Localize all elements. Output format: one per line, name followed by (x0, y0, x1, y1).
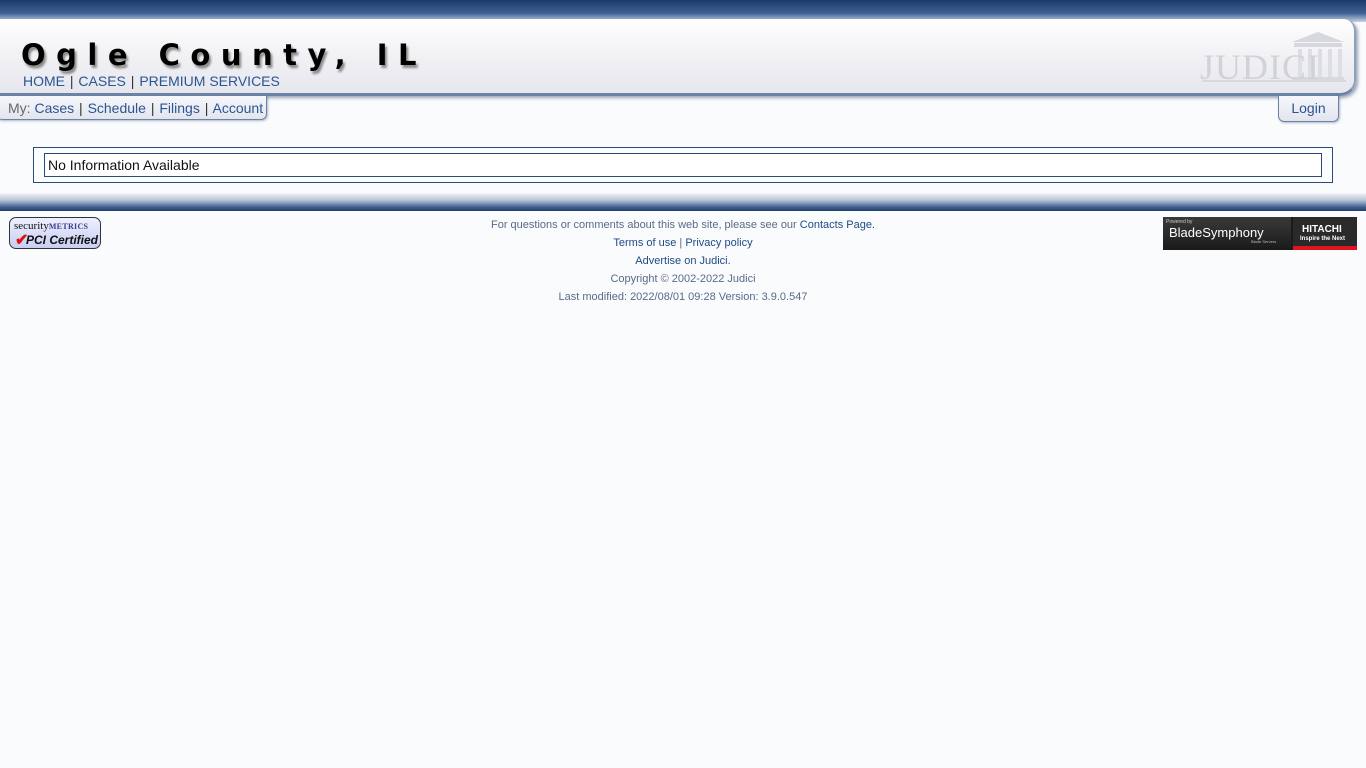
footer-advertise-line: Advertise on Judici. (0, 252, 1366, 270)
privacy-policy-link[interactable]: Privacy policy (685, 237, 752, 249)
nav-cases-link[interactable]: CASES (78, 73, 125, 89)
hitachi-text: HITACHI (1302, 224, 1342, 235)
nav-home-link[interactable]: HOME (23, 73, 65, 89)
hitachi-tagline: Inspire the Next (1300, 236, 1346, 242)
county-title: Ogle County, IL (21, 38, 428, 72)
judici-logo: JUDICI (1198, 28, 1348, 88)
login-link[interactable]: Login (1291, 100, 1325, 116)
hitachi-red-bar (1293, 246, 1357, 250)
footer-separator: | (679, 237, 683, 249)
footer-policy-line: Terms of use | Privacy policy (0, 234, 1366, 252)
footer-copyright: Copyright © 2002-2022 Judici (610, 273, 756, 285)
footer: For questions or comments about this web… (0, 216, 1366, 306)
login-tab[interactable]: Login (1278, 96, 1339, 122)
top-nav: HOME | CASES | PREMIUM SERVICES (23, 73, 280, 89)
my-prefix: My: (8, 100, 31, 116)
my-cases-link[interactable]: Cases (34, 100, 74, 116)
subnav-separator: | (204, 100, 209, 116)
no-info-message: No Information Available (44, 153, 1322, 177)
content-box: No Information Available (33, 147, 1333, 183)
advertise-link[interactable]: Advertise on Judici. (635, 255, 730, 267)
footer-questions-text: For questions or comments about this web… (491, 219, 800, 231)
nav-separator: | (130, 73, 135, 89)
my-tab: My: Cases | Schedule | Filings | Account (0, 96, 267, 120)
nav-separator: | (69, 73, 74, 89)
subnav-separator: | (150, 100, 155, 116)
terms-of-use-link[interactable]: Terms of use (613, 237, 676, 249)
footer-gradient-band (0, 193, 1366, 211)
bladesymphony-hitachi-badge[interactable]: Powered by BladeSymphony Blade Servers H… (1163, 217, 1357, 250)
judici-logo-text: JUDICI (1200, 47, 1320, 87)
my-schedule-link[interactable]: Schedule (88, 100, 146, 116)
my-filings-link[interactable]: Filings (159, 100, 199, 116)
blade-servers-text: Blade Servers (1251, 239, 1277, 244)
header-panel: Ogle County, IL HOME | CASES | PREMIUM S… (0, 19, 1356, 96)
footer-questions-line: For questions or comments about this web… (0, 216, 1366, 234)
nav-premium-services-link[interactable]: PREMIUM SERVICES (139, 73, 280, 89)
footer-last-modified: Last modified: 2022/08/01 09:28 Version:… (558, 291, 808, 303)
contacts-page-link[interactable]: Contacts Page. (800, 219, 875, 231)
subnav-separator: | (79, 100, 83, 116)
bladesymphony-panel: Powered by BladeSymphony Blade Servers (1163, 217, 1291, 250)
bladesymphony-text: BladeSymphony (1169, 225, 1264, 240)
hitachi-panel: HITACHI Inspire the Next (1293, 217, 1357, 250)
my-account-link[interactable]: Account (213, 100, 264, 116)
